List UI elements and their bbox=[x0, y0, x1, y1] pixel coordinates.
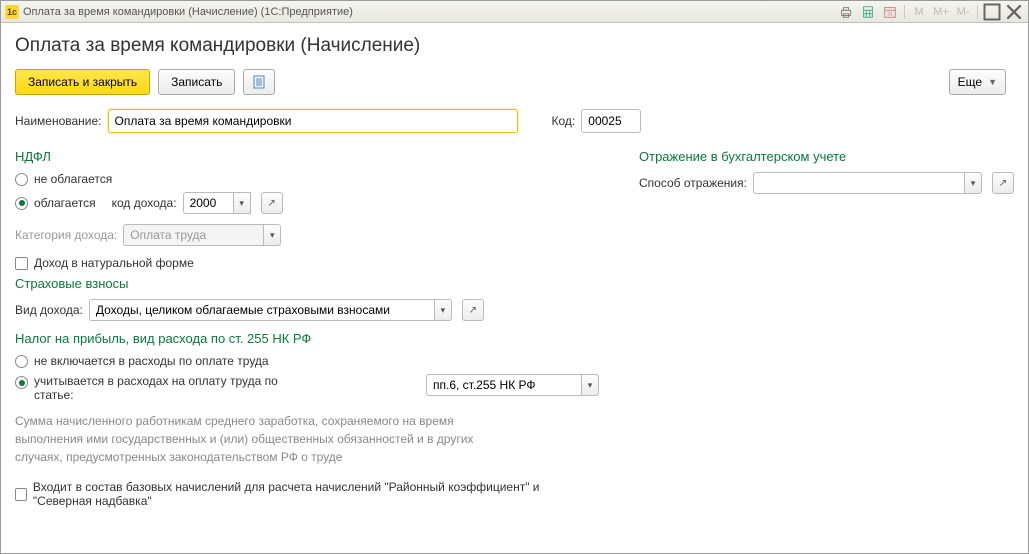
profit-not-included-label: не включается в расходы по оплате труда bbox=[34, 354, 269, 368]
natural-form-checkbox[interactable] bbox=[15, 257, 28, 270]
insurance-type-label: Вид дохода: bbox=[15, 303, 83, 317]
accounting-method-dropdown-button[interactable]: ▾ bbox=[964, 172, 982, 194]
chevron-down-icon: ▼ bbox=[988, 77, 997, 87]
memory-mplus-button[interactable]: M+ bbox=[931, 3, 951, 21]
window-maximize-button[interactable] bbox=[982, 3, 1002, 21]
accounting-method-input[interactable] bbox=[753, 172, 964, 194]
accounting-heading: Отражение в бухгалтерском учете bbox=[639, 149, 1014, 164]
base-accrual-label: Входит в состав базовых начислений для р… bbox=[33, 480, 599, 508]
code-label: Код: bbox=[552, 114, 576, 128]
titlebar-controls: 31 M M+ M- bbox=[836, 3, 1024, 21]
ndfl-heading: НДФЛ bbox=[15, 149, 599, 164]
profit-article-dropdown-button[interactable]: ▾ bbox=[581, 374, 599, 396]
income-category-input bbox=[123, 224, 263, 246]
code-input[interactable] bbox=[581, 109, 641, 133]
ndfl-taxed-radio[interactable] bbox=[15, 197, 28, 210]
accounting-method-label: Способ отражения: bbox=[639, 176, 747, 190]
more-button[interactable]: Еще ▼ bbox=[949, 69, 1006, 95]
app-logo-icon: 1c bbox=[5, 5, 19, 19]
income-code-dropdown-button[interactable]: ▾ bbox=[233, 192, 251, 214]
profit-description: Сумма начисленного работникам среднего з… bbox=[15, 412, 495, 466]
insurance-type-dropdown-button[interactable]: ▾ bbox=[434, 299, 452, 321]
income-code-open-button[interactable]: ↗ bbox=[261, 192, 283, 214]
profit-article-input[interactable] bbox=[426, 374, 581, 396]
window-close-button[interactable] bbox=[1004, 3, 1024, 21]
accounting-method-open-button[interactable]: ↗ bbox=[992, 172, 1014, 194]
natural-form-label: Доход в натуральной форме bbox=[34, 256, 194, 270]
print-icon[interactable] bbox=[836, 3, 856, 21]
save-close-button[interactable]: Записать и закрыть bbox=[15, 69, 150, 95]
more-button-label: Еще bbox=[958, 75, 982, 89]
memory-mminus-button[interactable]: M- bbox=[953, 3, 973, 21]
calculator-icon[interactable] bbox=[858, 3, 878, 21]
ndfl-taxed-label: облагается bbox=[34, 196, 96, 210]
base-accrual-checkbox[interactable] bbox=[15, 488, 27, 501]
profit-not-included-radio[interactable] bbox=[15, 355, 28, 368]
save-button[interactable]: Записать bbox=[158, 69, 235, 95]
calendar-icon[interactable]: 31 bbox=[880, 3, 900, 21]
income-category-label: Категория дохода: bbox=[15, 228, 117, 242]
report-button[interactable] bbox=[243, 69, 275, 95]
svg-text:31: 31 bbox=[887, 11, 893, 17]
insurance-type-input[interactable] bbox=[89, 299, 434, 321]
insurance-heading: Страховые взносы bbox=[15, 276, 599, 291]
name-label: Наименование: bbox=[15, 114, 102, 128]
title-bar: 1c Оплата за время командировки (Начисле… bbox=[1, 1, 1028, 23]
profit-tax-heading: Налог на прибыль, вид расхода по ст. 255… bbox=[15, 331, 599, 346]
window-title: Оплата за время командировки (Начисление… bbox=[23, 6, 836, 18]
ndfl-not-taxed-label: не облагается bbox=[34, 172, 112, 186]
name-input[interactable] bbox=[108, 109, 518, 133]
profit-included-label: учитывается в расходах на оплату труда п… bbox=[34, 374, 304, 402]
memory-m-button[interactable]: M bbox=[909, 3, 929, 21]
income-category-dropdown-button[interactable]: ▾ bbox=[263, 224, 281, 246]
income-code-label: код дохода: bbox=[112, 196, 177, 210]
income-code-input[interactable] bbox=[183, 192, 233, 214]
page-title: Оплата за время командировки (Начисление… bbox=[15, 35, 1014, 57]
name-code-row: Наименование: Код: bbox=[15, 109, 1014, 133]
ndfl-not-taxed-radio[interactable] bbox=[15, 173, 28, 186]
insurance-type-open-button[interactable]: ↗ bbox=[462, 299, 484, 321]
profit-included-radio[interactable] bbox=[15, 376, 28, 389]
action-toolbar: Записать и закрыть Записать Еще ▼ bbox=[15, 69, 1014, 95]
